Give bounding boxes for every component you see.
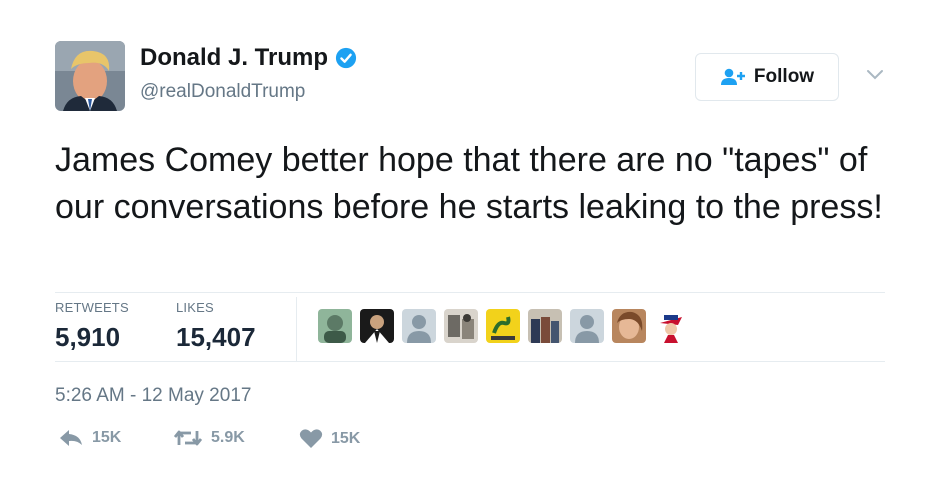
reply-action[interactable]: 15K	[58, 428, 121, 448]
liker-avatar-7[interactable]	[570, 309, 604, 343]
retweets-label: RETWEETS	[55, 300, 129, 315]
tweet-text: James Comey better hope that there are n…	[55, 141, 883, 226]
author-name-text: Donald J. Trump	[140, 44, 329, 71]
reply-count: 15K	[92, 429, 122, 446]
liker-avatar-4[interactable]	[444, 309, 478, 343]
stats-divider	[296, 297, 297, 361]
liker-avatars	[318, 309, 696, 343]
likes-value: 15,407	[176, 322, 256, 352]
likes-stat[interactable]: LIKES 15,407	[176, 300, 256, 353]
retweets-stat[interactable]: RETWEETS 5,910	[55, 300, 129, 353]
divider-bottom	[55, 361, 885, 362]
likes-label: LIKES	[176, 300, 214, 315]
retweets-value: 5,910	[55, 322, 121, 352]
follow-button[interactable]: Follow	[695, 53, 839, 101]
like-action[interactable]: 15K	[299, 428, 360, 449]
verified-badge-icon	[335, 47, 357, 69]
heart-icon	[299, 429, 323, 448]
author-handle[interactable]: @realDonaldTrump	[140, 81, 305, 103]
liker-avatar-6[interactable]	[528, 309, 562, 343]
tweet-timestamp[interactable]: 5:26 AM - 12 May 2017	[55, 385, 251, 407]
retweet-count: 5.9K	[211, 429, 245, 446]
profile-photo	[55, 41, 125, 111]
liker-avatar-2[interactable]	[360, 309, 394, 343]
liker-avatar-5[interactable]	[486, 309, 520, 343]
liker-avatar-9[interactable]	[654, 309, 688, 343]
like-count: 15K	[331, 429, 361, 447]
follow-button-label: Follow	[753, 66, 815, 87]
retweet-action[interactable]: 5.9K	[173, 428, 245, 448]
retweet-icon	[173, 430, 203, 446]
chevron-down-icon[interactable]	[866, 68, 884, 82]
author-name[interactable]: Donald J. Trump	[140, 44, 357, 72]
liker-avatar-3[interactable]	[402, 309, 436, 343]
liker-avatar-1[interactable]	[318, 309, 352, 343]
liker-avatar-8[interactable]	[612, 309, 646, 343]
divider-top	[55, 292, 885, 293]
author-avatar[interactable]	[55, 41, 125, 111]
add-user-icon	[720, 68, 745, 85]
reply-icon	[60, 430, 82, 446]
